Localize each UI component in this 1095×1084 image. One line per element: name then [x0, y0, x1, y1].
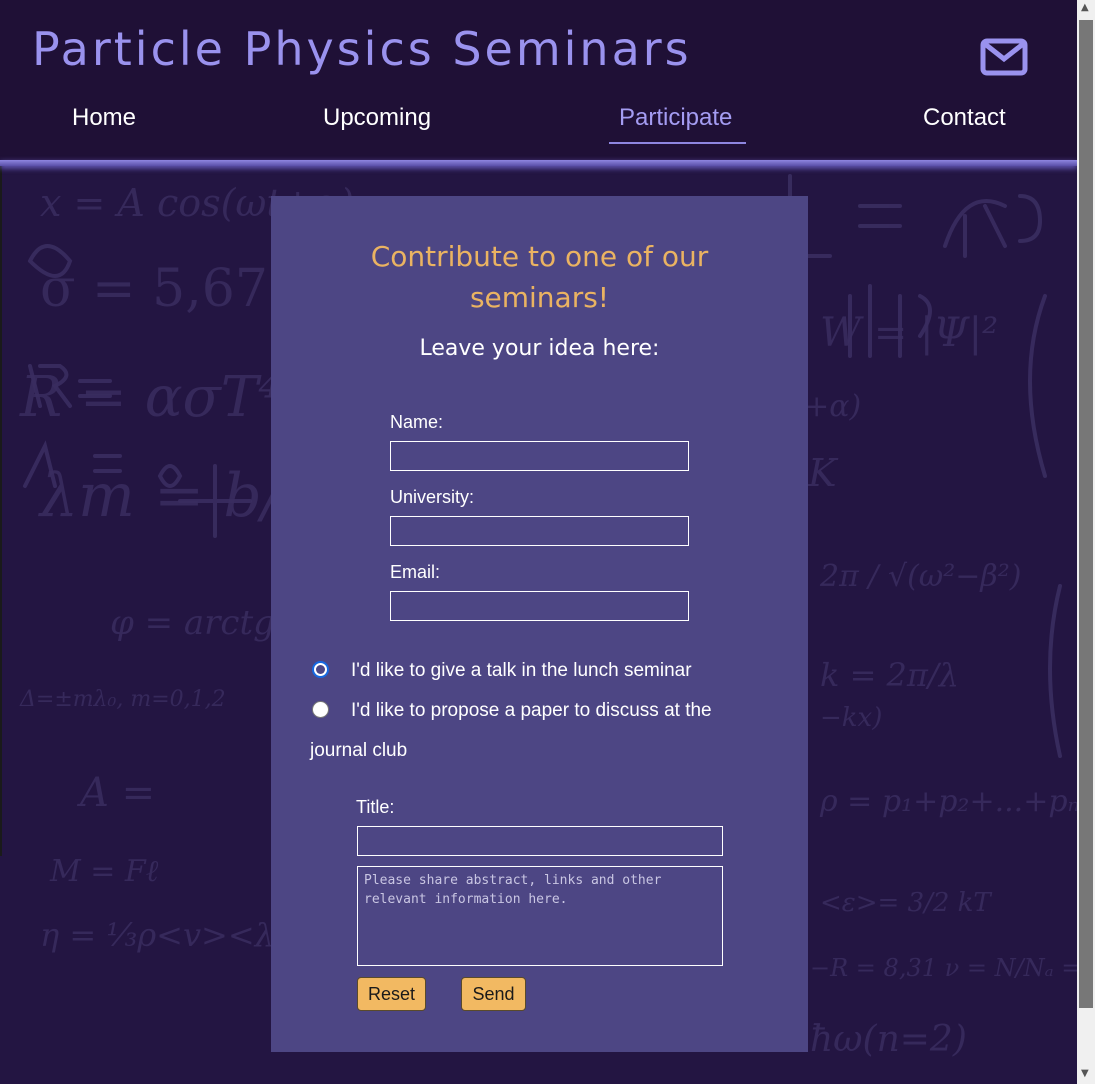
svg-text:A =: A = — [76, 770, 155, 816]
university-input[interactable] — [390, 516, 689, 546]
page: x = A cos(ωt+α) σ = 5,67 R = ασT⁴ φ = ar… — [0, 0, 1077, 1084]
nav-home[interactable]: Home — [72, 104, 136, 132]
svg-text:k = 2π/λ: k = 2π/λ — [820, 656, 959, 694]
svg-text:ħω(n=2): ħω(n=2) — [810, 1019, 967, 1060]
site-title: Particle Physics Seminars — [32, 22, 692, 76]
talk-radio[interactable] — [312, 661, 329, 678]
university-label: University: — [390, 487, 475, 507]
name-input[interactable] — [390, 441, 689, 471]
name-label: Name: — [390, 412, 444, 432]
svg-text:η = ⅓ρ<v><λ>: η = ⅓ρ<v><λ> — [40, 916, 302, 954]
scroll-up-icon[interactable]: ▲ — [1081, 2, 1089, 13]
paper-option-label[interactable]: I'd like to propose a paper to discuss a… — [351, 700, 712, 722]
left-edge — [0, 166, 2, 856]
email-input[interactable] — [390, 591, 689, 621]
envelope-icon[interactable] — [980, 38, 1028, 76]
form-title-line1: Contribute to one of our — [370, 240, 709, 273]
nav-participate[interactable]: Participate — [619, 104, 732, 132]
form-title-line2: seminars! — [469, 281, 610, 314]
title-field-label: Title: — [356, 797, 395, 817]
title-input[interactable] — [357, 826, 723, 856]
svg-text:Δ=±mλ₀, m=0,1,2: Δ=±mλ₀, m=0,1,2 — [19, 687, 226, 712]
details-textarea[interactable] — [357, 866, 723, 966]
main-nav: Home Upcoming Participate Contact — [0, 100, 1077, 144]
paper-radio[interactable] — [312, 701, 329, 718]
reset-button[interactable]: Reset — [357, 977, 426, 1011]
site-header: Particle Physics Seminars Home Upcoming … — [0, 0, 1077, 162]
nav-contact[interactable]: Contact — [923, 104, 1006, 132]
nav-upcoming[interactable]: Upcoming — [323, 104, 431, 132]
svg-text:−kx): −kx) — [820, 703, 882, 733]
paper-option-label-cont[interactable]: journal club — [310, 740, 407, 762]
email-label: Email: — [390, 562, 441, 582]
svg-text:−R = 8,31 ν = N/Nₐ = m/μ: −R = 8,31 ν = N/Nₐ = m/μ — [810, 954, 1077, 982]
form-title: Contribute to one of our seminars! — [271, 236, 808, 318]
scroll-down-icon[interactable]: ▼ — [1081, 1068, 1089, 1079]
contribution-form: Contribute to one of our seminars! Leave… — [271, 196, 808, 1052]
send-button[interactable]: Send — [461, 977, 526, 1011]
active-nav-indicator — [609, 142, 746, 144]
svg-text:ρ = p₁+p₂+...+pₙ: ρ = p₁+p₂+...+pₙ — [819, 784, 1077, 819]
svg-text:σ = 5,67: σ = 5,67 — [40, 259, 268, 319]
svg-text:M = Fℓ: M = Fℓ — [49, 854, 159, 889]
svg-text:R = ασT⁴: R = ασT⁴ — [19, 365, 281, 430]
svg-text:φ = arctg: φ = arctg — [110, 603, 275, 643]
svg-text:2π / √(ω²−β²): 2π / √(ω²−β²) — [819, 559, 1022, 594]
scrollbar-thumb[interactable] — [1079, 20, 1093, 1008]
svg-text:W = |Ψ|²: W = |Ψ|² — [820, 310, 998, 356]
form-subtitle: Leave your idea here: — [419, 336, 660, 361]
header-divider — [0, 160, 1077, 166]
talk-option-label[interactable]: I'd like to give a talk in the lunch sem… — [351, 660, 692, 682]
svg-text:<ε>= 3/2 kT: <ε>= 3/2 kT — [820, 888, 992, 918]
